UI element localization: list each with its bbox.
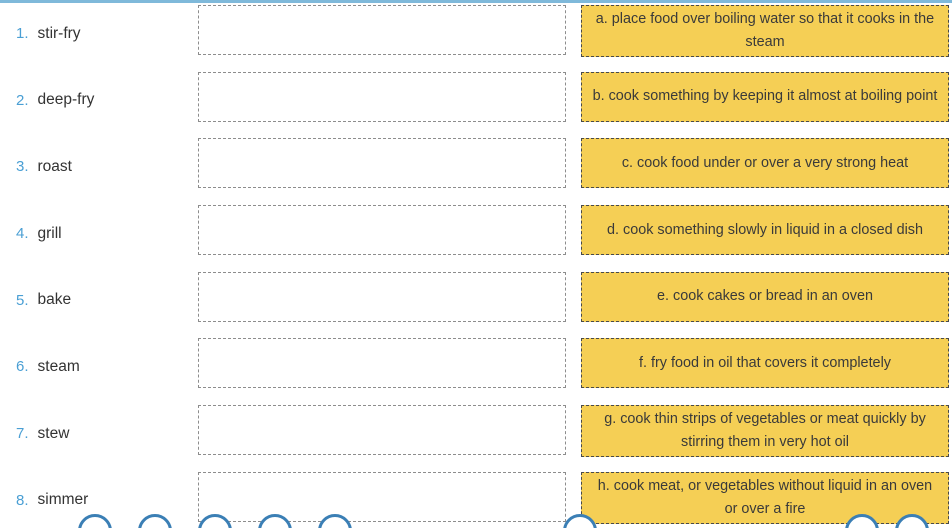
term-cell: 4. grill	[0, 200, 190, 267]
term-cell: 7. stew	[0, 400, 190, 467]
definition-chip[interactable]: e. cook cakes or bread in an oven	[581, 271, 949, 322]
matching-row: 2. deep-fry b. cook something by keeping i…	[0, 67, 952, 134]
matching-exercise-page: 1. stir-fry a. place food over boiling wat…	[0, 0, 952, 528]
term-label: deep-fry	[37, 91, 95, 109]
term-cell: 6. steam	[0, 333, 190, 400]
term-number: 5.	[16, 291, 29, 309]
definition-chip[interactable]: f. fry food in oil that covers it comple…	[581, 338, 949, 389]
matching-row: 4. grill d. cook something slowly in liqui…	[0, 200, 952, 267]
matching-exercise-list: 1. stir-fry a. place food over boiling wat…	[0, 0, 952, 528]
term-cell: 5. bake	[0, 267, 190, 334]
term-label: roast	[37, 157, 72, 175]
term-label: simmer	[37, 491, 89, 509]
term-cell: 3. roast	[0, 133, 190, 200]
term-number: 3.	[16, 158, 29, 176]
answer-dropzone[interactable]	[198, 138, 566, 189]
term-cell: 2. deep-fry	[0, 67, 190, 134]
term-number: 6.	[16, 358, 29, 376]
term-label: grill	[37, 224, 62, 242]
answer-dropzone[interactable]	[198, 205, 566, 256]
matching-row: 1. stir-fry a. place food over boiling wat…	[0, 0, 952, 67]
term-label: stew	[37, 424, 70, 442]
definition-chip[interactable]: d. cook something slowly in liquid in a …	[581, 205, 949, 256]
answer-dropzone[interactable]	[198, 71, 566, 122]
term-label: steam	[37, 358, 80, 376]
answer-dropzone[interactable]	[198, 471, 566, 522]
matching-row: 6. steam f. fry food in oil that covers it…	[0, 333, 952, 400]
answer-dropzone[interactable]	[198, 338, 566, 389]
matching-row: 7. stew g. cook thin strips of vegetables …	[0, 400, 952, 467]
definition-chip[interactable]: g. cook thin strips of vegetables or mea…	[581, 405, 949, 458]
term-number: 7.	[16, 424, 29, 442]
term-number: 2.	[16, 91, 29, 109]
term-number: 4.	[16, 224, 29, 242]
matching-row: 5. bake e. cook cakes or bread in an oven	[0, 267, 952, 334]
term-number: 1.	[16, 24, 29, 42]
term-number: 8.	[16, 491, 29, 509]
definition-chip[interactable]: b. cook something by keeping it almost a…	[581, 71, 949, 122]
definition-chip[interactable]: h. cook meat, or vegetables without liqu…	[581, 471, 949, 524]
definition-chip[interactable]: a. place food over boiling water so that…	[581, 5, 949, 57]
definition-chip[interactable]: c. cook food under or over a very strong…	[581, 138, 949, 189]
term-label: bake	[37, 291, 72, 309]
answer-dropzone[interactable]	[198, 5, 566, 55]
answer-dropzone[interactable]	[198, 405, 566, 456]
term-cell: 1. stir-fry	[0, 0, 190, 67]
matching-row: 3. roast c. cook food under or over a very…	[0, 133, 952, 200]
term-label: stir-fry	[37, 24, 81, 42]
answer-dropzone[interactable]	[198, 271, 566, 322]
